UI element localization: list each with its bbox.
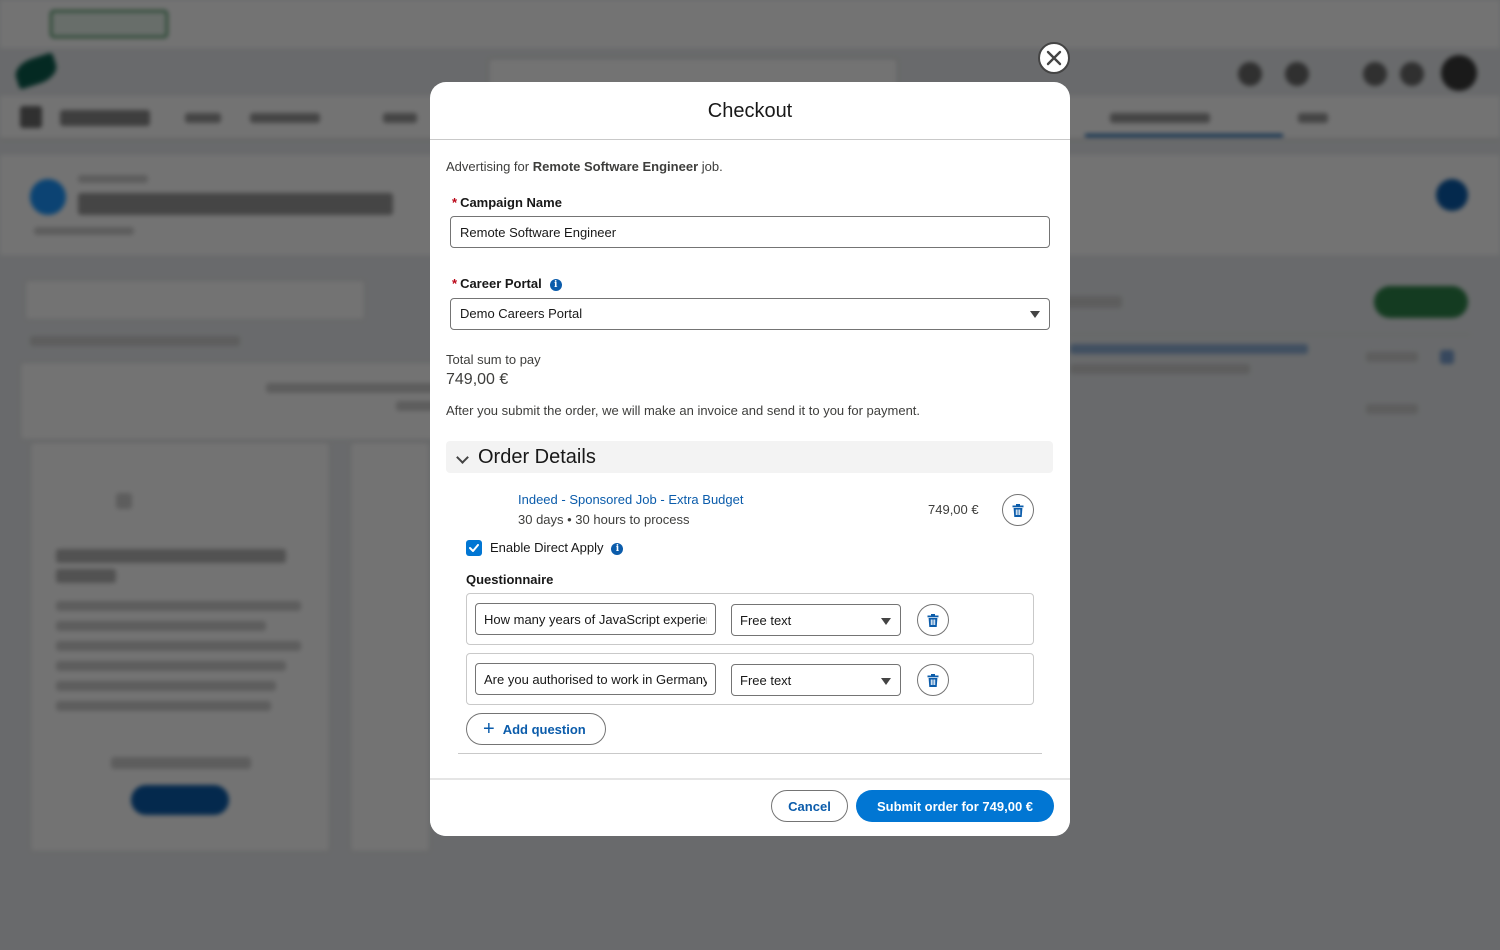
cancel-button[interactable]: Cancel: [771, 790, 848, 822]
dropdown-caret-icon: [1030, 311, 1040, 318]
required-marker: *: [452, 195, 458, 210]
intro-job-title: Remote Software Engineer: [532, 159, 699, 174]
invoice-note: After you submit the order, we will make…: [446, 403, 921, 418]
career-portal-label-text: Career Portal: [460, 276, 542, 291]
question-type-value: Free text: [740, 673, 792, 688]
product-meta: 30 days • 30 hours to process: [518, 512, 690, 527]
campaign-name-label-text: Campaign Name: [460, 195, 562, 210]
add-question-label: Add question: [502, 721, 586, 737]
campaign-name-label: * Campaign Name: [452, 195, 562, 210]
delete-product-button[interactable]: [1002, 494, 1034, 526]
question-type-select[interactable]: Free text: [731, 604, 901, 636]
close-icon: [1046, 50, 1062, 66]
add-question-button[interactable]: + Add question: [466, 713, 606, 745]
question-text-input[interactable]: [475, 663, 716, 695]
direct-apply-label: Enable Direct Apply i: [490, 540, 624, 555]
order-details-title: Order Details: [478, 446, 596, 468]
question-type-select[interactable]: Free text: [731, 664, 901, 696]
question-type-value: Free text: [740, 613, 792, 628]
modal-title: Checkout: [707, 100, 793, 122]
product-price: 749,00 €: [928, 502, 979, 517]
product-link[interactable]: Indeed - Sponsored Job - Extra Budget: [518, 492, 743, 507]
dropdown-caret-icon: [881, 618, 891, 625]
career-portal-label: * Career Portal i: [452, 276, 562, 291]
question-row: Free text: [466, 653, 1034, 705]
intro-text: Advertising for Remote Software Engineer…: [446, 159, 723, 174]
checkmark-icon: [469, 544, 479, 552]
direct-apply-label-text: Enable Direct Apply: [490, 540, 604, 555]
close-modal-button[interactable]: [1038, 42, 1070, 74]
question-text-input[interactable]: [475, 603, 716, 635]
questionnaire-label: Questionnaire: [466, 572, 554, 587]
question-row: Free text: [466, 593, 1034, 645]
trash-icon: [927, 613, 939, 627]
section-divider: [458, 753, 1042, 754]
submit-order-button[interactable]: Submit order for 749,00 €: [856, 790, 1054, 822]
checkout-modal: Checkout Advertising for Remote Software…: [430, 82, 1070, 836]
delete-question-button[interactable]: [917, 604, 949, 636]
career-portal-select[interactable]: Demo Careers Portal: [450, 298, 1050, 330]
intro-suffix: job.: [698, 159, 723, 174]
career-portal-value: Demo Careers Portal: [460, 306, 583, 321]
modal-header: Checkout: [430, 82, 1070, 140]
direct-apply-checkbox[interactable]: [466, 540, 482, 556]
plus-icon: +: [483, 718, 495, 740]
info-icon[interactable]: i: [549, 278, 562, 291]
trash-icon: [927, 673, 939, 687]
campaign-name-input[interactable]: [450, 216, 1050, 248]
total-value: 749,00 €: [446, 371, 509, 388]
modal-footer: Cancel Submit order for 749,00 €: [430, 778, 1070, 836]
required-marker: *: [452, 276, 458, 291]
order-details-toggle[interactable]: Order Details: [446, 441, 1053, 473]
modal-body: Advertising for Remote Software Engineer…: [430, 141, 1070, 778]
delete-question-button[interactable]: [917, 664, 949, 696]
intro-prefix: Advertising for: [446, 159, 533, 174]
total-label: Total sum to pay: [446, 352, 541, 367]
trash-icon: [1012, 503, 1024, 517]
chevron-down-icon: [456, 451, 469, 464]
dropdown-caret-icon: [881, 678, 891, 685]
info-icon[interactable]: i: [611, 542, 624, 555]
